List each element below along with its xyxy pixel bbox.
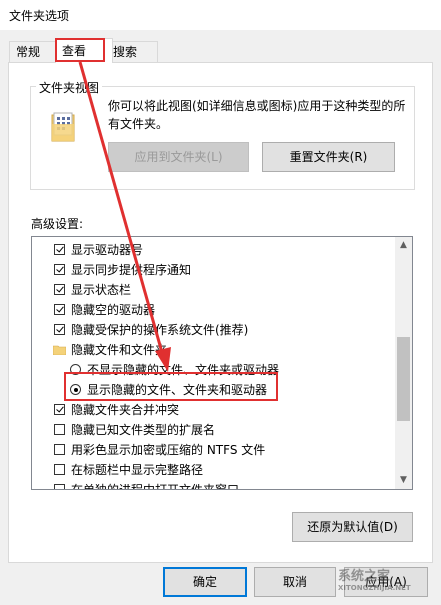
- folder-icon: [53, 345, 66, 355]
- list-item-label: 用彩色显示加密或压缩的 NTFS 文件: [71, 443, 266, 457]
- tab-general[interactable]: 常规: [9, 41, 61, 62]
- checkbox[interactable]: [54, 244, 65, 255]
- list-item-label: 显示状态栏: [71, 283, 132, 297]
- list-item-label: 显示同步提供程序通知: [71, 263, 192, 277]
- advanced-settings-label: 高级设置:: [31, 217, 84, 231]
- checkbox[interactable]: [54, 444, 65, 455]
- list-item-label: 隐藏受保护的操作系统文件(推荐): [71, 323, 249, 337]
- watermark-text: 系统之家: [338, 569, 391, 584]
- window-title: 文件夹选项: [9, 9, 70, 23]
- tab-highlight-box: [55, 38, 105, 62]
- tab-search[interactable]: 搜索: [106, 41, 158, 62]
- checkbox[interactable]: [54, 284, 65, 295]
- cancel-button[interactable]: 取消: [254, 567, 336, 597]
- list-item-label: 显示驱动器号: [71, 243, 144, 257]
- list-item-label: 在标题栏中显示完整路径: [71, 463, 204, 477]
- checkbox[interactable]: [54, 324, 65, 335]
- advanced-settings-list[interactable]: 显示驱动器号显示同步提供程序通知 显示状态栏隐藏空的驱动器隐藏受保护的操作系统文件…: [31, 236, 413, 490]
- restore-defaults-button[interactable]: 还原为默认值(D): [292, 512, 413, 542]
- show-hidden-highlight-box: [64, 372, 278, 401]
- title-bar: 文件夹选项: [0, 0, 441, 30]
- list-item-label: 隐藏文件夹合并冲突: [71, 403, 180, 417]
- folder-views-label: 文件夹视图: [36, 79, 103, 96]
- scroll-up-arrow-icon[interactable]: ▲: [395, 237, 412, 254]
- checkbox[interactable]: [54, 464, 65, 475]
- scrollbar-thumb[interactable]: [397, 337, 410, 421]
- apply-to-folders-button[interactable]: 应用到文件夹(L): [108, 142, 249, 172]
- checkbox[interactable]: [54, 484, 65, 489]
- checkbox[interactable]: [54, 404, 65, 415]
- checkbox[interactable]: [54, 304, 65, 315]
- ok-button[interactable]: 确定: [163, 567, 247, 597]
- list-scrollbar[interactable]: ▲ ▼: [395, 237, 412, 489]
- folder-views-icon: [51, 112, 75, 142]
- list-item-label: 隐藏文件和文件夹: [71, 343, 168, 357]
- reset-folders-button[interactable]: 重置文件夹(R): [262, 142, 395, 172]
- checkbox[interactable]: [54, 424, 65, 435]
- list-item-label: 隐藏空的驱动器: [71, 303, 156, 317]
- checkbox[interactable]: [54, 264, 65, 275]
- scroll-down-arrow-icon[interactable]: ▼: [395, 472, 412, 489]
- list-item-label: 在单独的进程中打开文件夹窗口: [71, 483, 240, 490]
- watermark-logo: 系统之家 XITONGZHIJIA.NET: [338, 565, 411, 592]
- watermark-url: XITONGZHIJIA.NET: [338, 584, 411, 592]
- list-item-label: 隐藏已知文件类型的扩展名: [71, 423, 216, 437]
- folder-views-description: 你可以将此视图(如详细信息或图标)应用于这种类型的所有文件夹。: [108, 99, 406, 131]
